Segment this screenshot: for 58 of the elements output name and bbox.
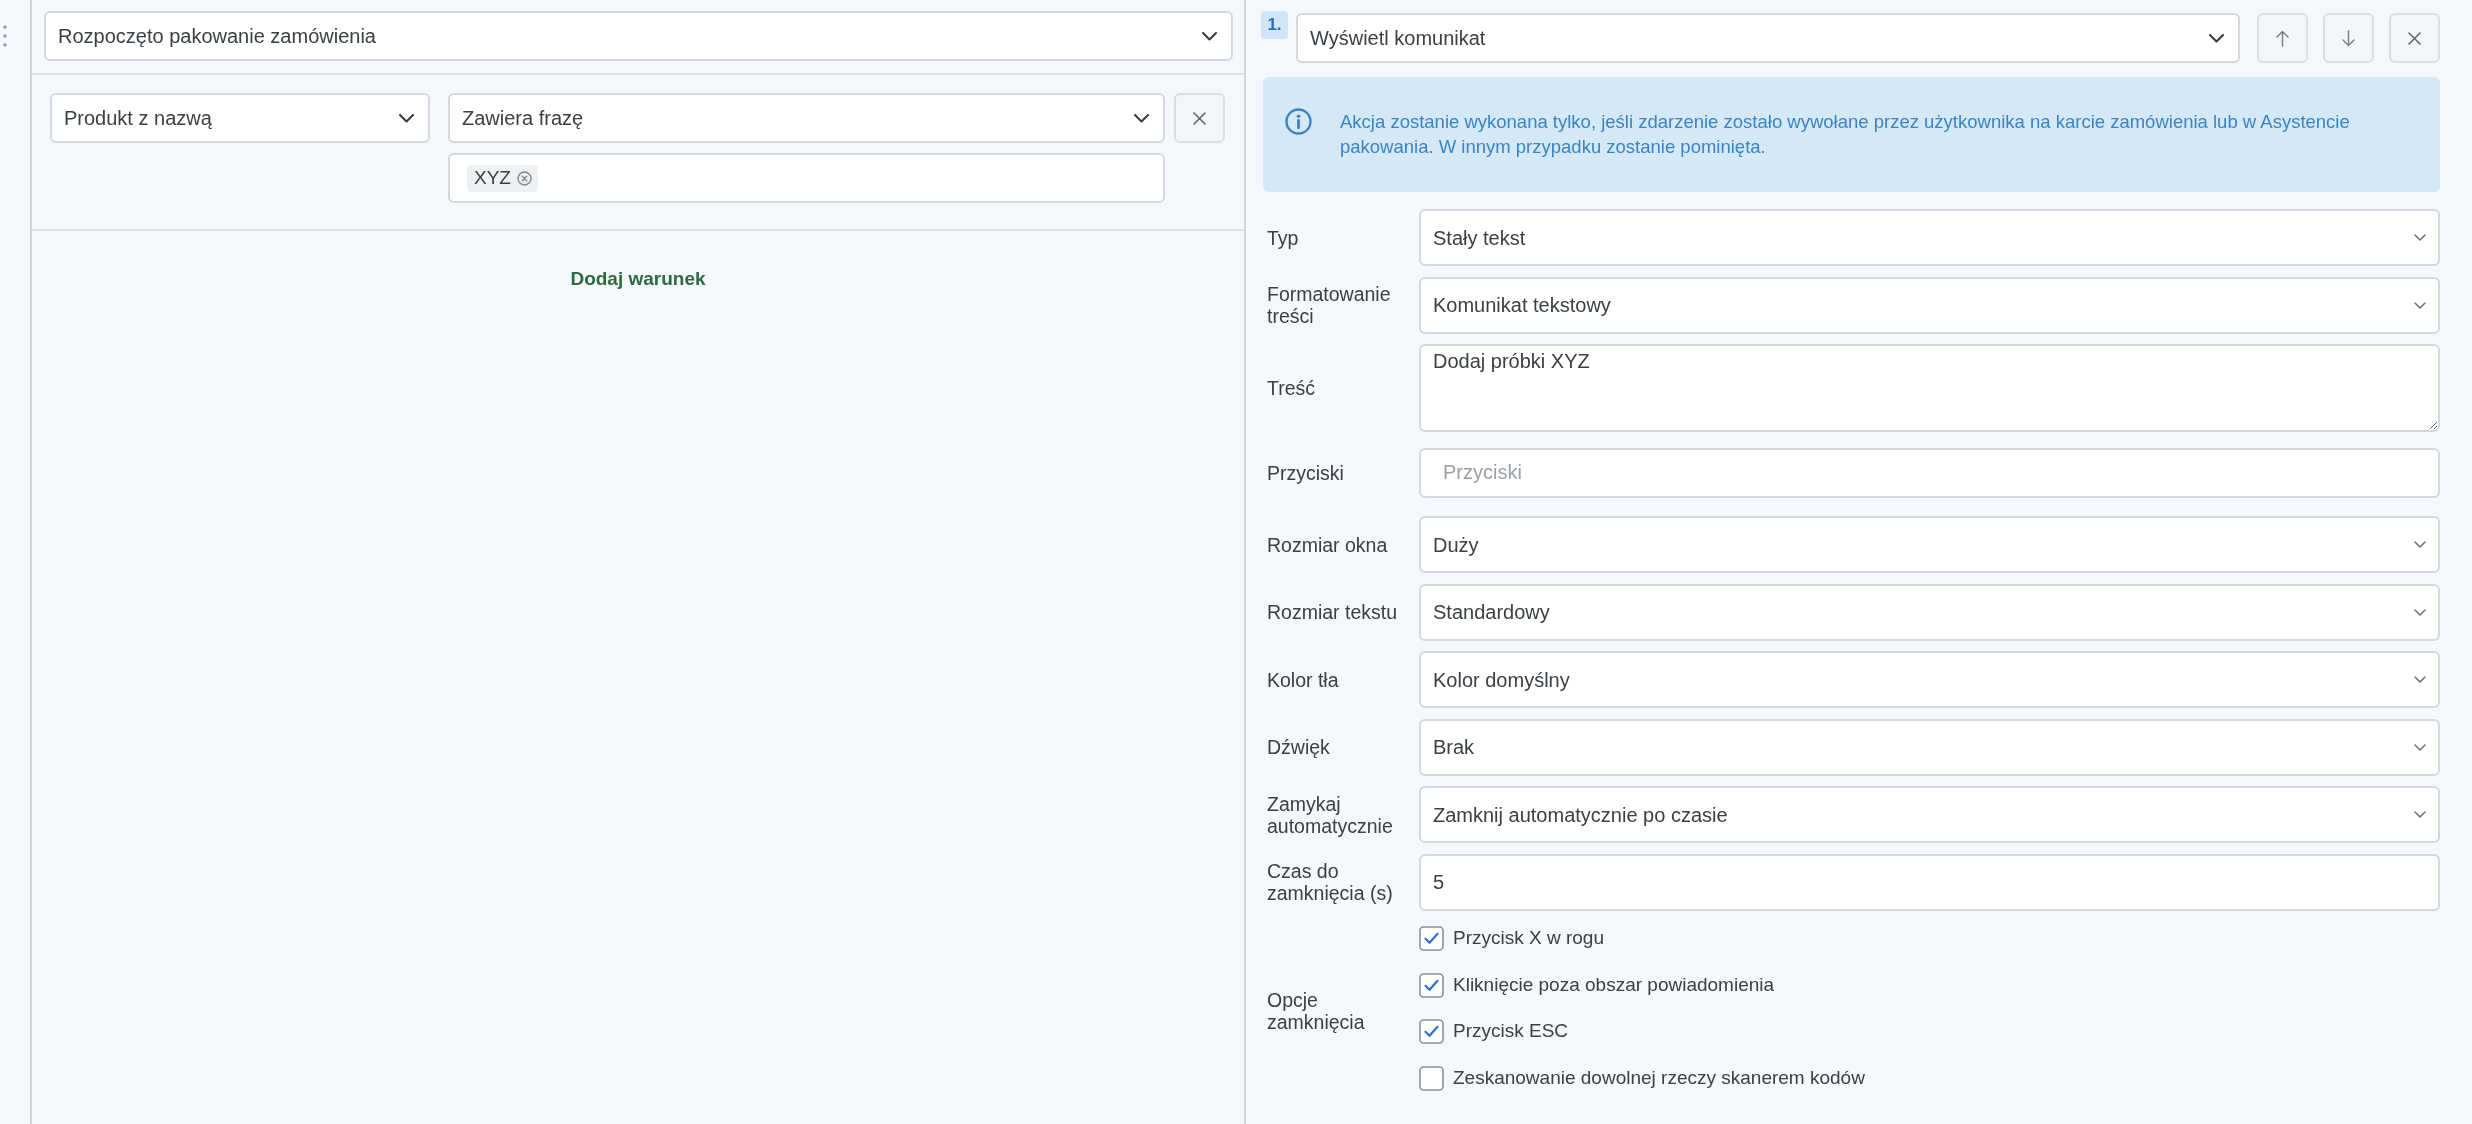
field-label: Opcje zamknięcia	[1267, 989, 1366, 1034]
chevron-down-icon	[2414, 541, 2426, 548]
tag-label: XYZ	[474, 165, 511, 190]
drag-handle-icon	[3, 24, 7, 47]
remove-tag-icon[interactable]	[516, 170, 532, 186]
dropdown[interactable]: Kolor domyślny	[1419, 651, 2440, 708]
checkbox[interactable]	[1419, 1019, 1444, 1045]
close-icon	[2408, 31, 2421, 45]
close-icon	[1193, 111, 1206, 125]
arrow-up-icon	[2276, 29, 2289, 47]
chevron-down-icon	[2414, 743, 2426, 751]
chevron-down-icon	[2414, 301, 2426, 309]
remove-action-button[interactable]	[2389, 13, 2440, 63]
checkbox-label: Przycisk ESC	[1453, 1019, 1569, 1044]
dropdown[interactable]: Standardowy	[1419, 583, 2440, 641]
add-condition-link[interactable]: Dodaj warunek	[570, 265, 706, 294]
chevron-down-icon	[2414, 234, 2426, 241]
field-label: Dźwięk	[1267, 736, 1331, 758]
dropdown[interactable]: Komunikat tekstowy	[1419, 276, 2440, 334]
dropdown[interactable]: Brak	[1419, 718, 2440, 776]
remove-condition-button[interactable]	[1174, 93, 1225, 143]
checkbox-label: Przycisk X w rogu	[1453, 926, 1604, 951]
tags-input-field[interactable]: Przyciski	[1419, 447, 2440, 498]
field-label: Treść	[1267, 377, 1317, 399]
chevron-down-icon	[2414, 608, 2426, 616]
field-label: Zamykaj automatycznie	[1267, 792, 1394, 837]
chevron-down-icon	[1202, 31, 1217, 41]
info-message: Akcja zostanie wykonana tylko, jeśli zdarzenie zostało wywołane przez użytkownika na karcie zamówienia lub w Asystencie pakowania. W innym przypadku zostanie pominięta.	[1340, 110, 2351, 159]
checkbox-label: Kliknięcie poza obszar powiadomienia	[1453, 972, 1775, 997]
dropdown[interactable]: Rozpoczęto pakowanie zamówienia	[44, 11, 1233, 61]
field-label: Przyciski	[1267, 461, 1345, 484]
arrow-down-icon	[2342, 29, 2355, 47]
checkbox[interactable]	[1419, 1065, 1444, 1091]
dropdown[interactable]: Zawiera frazę	[448, 93, 1165, 143]
text-area[interactable]: Dodaj próbki XYZ	[1419, 344, 2440, 432]
field-label: Rozmiar okna	[1267, 533, 1389, 556]
info-icon	[1285, 108, 1312, 135]
chevron-down-icon	[2414, 676, 2426, 683]
tags-input-field[interactable]: XYZ	[448, 153, 1165, 203]
text-input-field[interactable]: 5	[1419, 853, 2440, 911]
checkbox-label: Zeskanowanie dowolnej rzeczy skanerem kodów	[1453, 1066, 1865, 1091]
chevron-down-icon	[399, 113, 414, 123]
chevron-down-icon	[2414, 811, 2426, 818]
chevron-down-icon	[2209, 33, 2224, 43]
step-number: 1.	[1261, 11, 1288, 39]
dropdown[interactable]: Produkt z nazwą	[50, 93, 430, 143]
chevron-down-icon	[1134, 113, 1149, 123]
dropdown[interactable]: Duży	[1419, 516, 2440, 573]
dropdown[interactable]: Stały tekst	[1419, 209, 2440, 266]
field-label: Kolor tła	[1267, 668, 1340, 691]
dropdown[interactable]: Zamknij automatycznie po czasie	[1419, 786, 2440, 843]
checkbox[interactable]	[1419, 972, 1444, 998]
checkbox[interactable]	[1419, 925, 1444, 951]
field-label: Czas do zamknięcia (s)	[1267, 860, 1394, 904]
field-label: Rozmiar tekstu	[1267, 601, 1399, 623]
field-label: Typ	[1267, 226, 1300, 249]
field-label: Formatowanie treści	[1267, 283, 1392, 327]
dropdown[interactable]: Wyświetl komunikat	[1296, 13, 2240, 63]
